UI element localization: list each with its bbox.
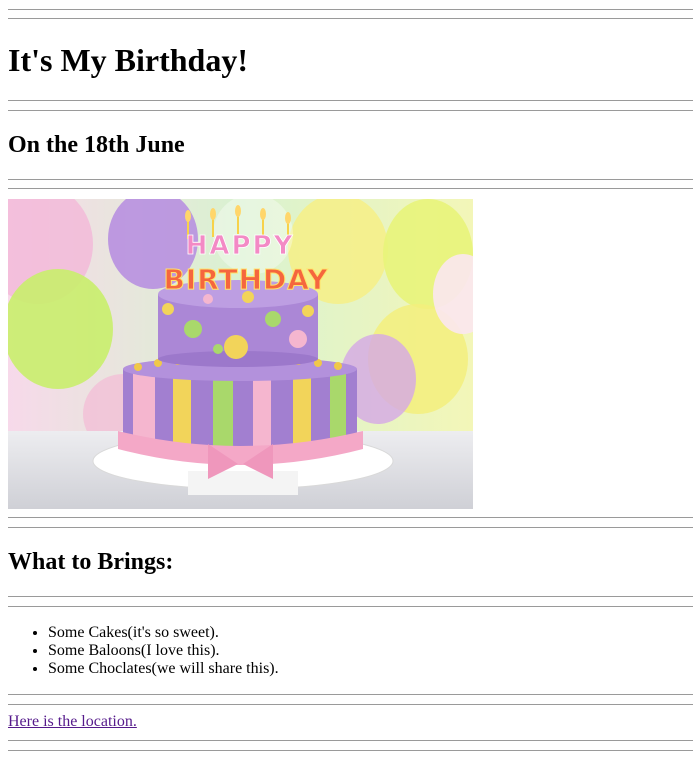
list-item: Some Choclates(we will share this). [48,660,279,678]
list-item: Some Baloons(I love this). [48,642,279,660]
page-title: It's My Birthday! [8,42,248,78]
top-rule-2 [8,18,693,19]
list-rule-2 [8,704,693,705]
balloon [8,269,113,389]
bring-list: Some Cakes(it's so sweet). Some Baloons(… [8,624,279,678]
bring-heading: What to Brings: [8,549,174,575]
cake-topper-happy: HAPPY [186,231,295,261]
birthday-cake-image: HAPPY BIRTHDAY [8,199,473,509]
bottom-rule-1 [8,740,693,741]
cake-topper-birthday: BIRTHDAY [163,263,328,296]
list-item: Some Cakes(it's so sweet). [48,624,279,642]
top-rule-1 [8,9,693,10]
date-rule-2 [8,188,693,189]
bring-rule-1 [8,596,693,597]
image-rule-1 [8,517,693,518]
date-rule-1 [8,179,693,180]
title-rule-1 [8,100,693,101]
image-rule-2 [8,527,693,528]
date-heading: On the 18th June [8,132,185,158]
bottom-rule-2 [8,750,693,751]
location-link[interactable]: Here is the location. [8,713,137,731]
title-rule-2 [8,110,693,111]
bring-rule-2 [8,606,693,607]
list-rule-1 [8,694,693,695]
